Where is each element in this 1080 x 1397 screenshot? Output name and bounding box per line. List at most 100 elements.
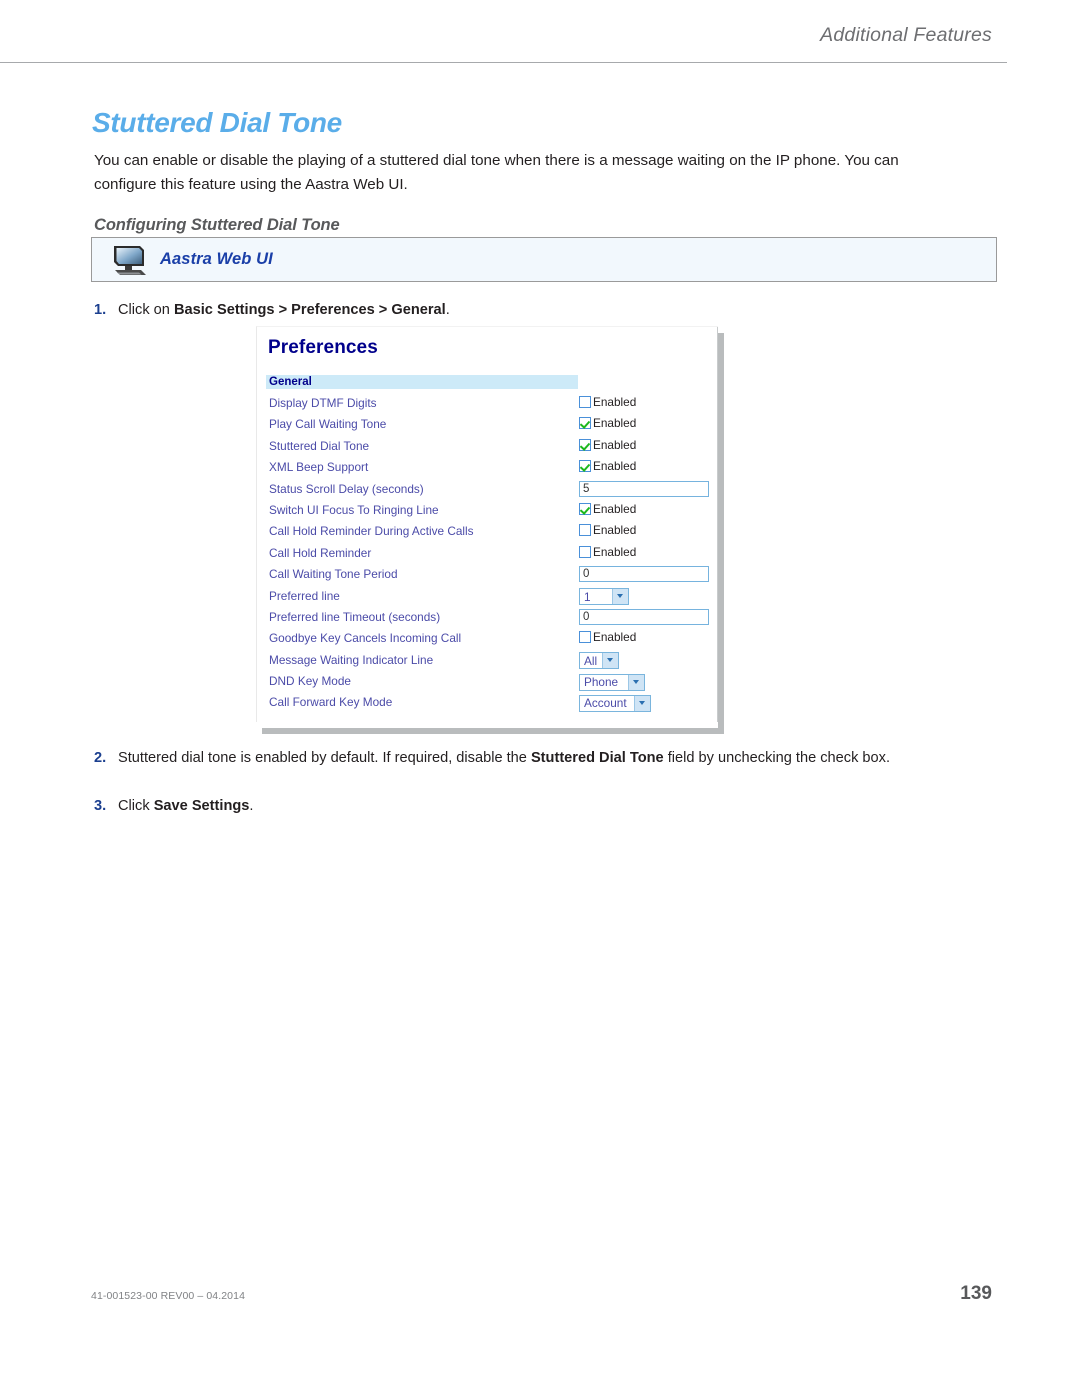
callout-label: Aastra Web UI [160,250,273,268]
preference-control: Enabled [579,545,636,559]
preference-row: Message Waiting Indicator Line All [257,652,718,673]
dropdown-value: Phone [584,675,619,690]
preference-row: Preferred line 1 [257,588,718,609]
step-1-text: Click on Basic Settings > Preferences > … [118,299,934,321]
checkbox-checked[interactable] [579,460,591,473]
chevron-down-icon[interactable] [628,674,644,690]
chevron-down-icon[interactable] [612,589,628,605]
checkbox-label: Enabled [593,501,637,516]
preference-label: Play Call Waiting Tone [269,417,387,432]
step-1: 1. Click on Basic Settings > Preferences… [94,299,934,321]
preference-control: 0 [579,566,709,583]
step-3-bold: Save Settings [153,798,250,814]
preference-label: Display DTMF Digits [269,396,377,410]
footer-document-code: 41-001523-00 REV00 – 04.2014 [91,1290,246,1302]
text-input[interactable]: 0 [579,608,709,625]
screenshot-right-rule [717,327,718,722]
step-2-post: field by unchecking the check box. [663,750,891,766]
chevron-down-icon[interactable] [602,653,618,669]
dropdown-select[interactable]: Phone [579,673,645,691]
checkbox-label: Enabled [593,437,637,452]
preference-label: Call Waiting Tone Period [269,567,398,582]
checkbox-unchecked[interactable] [579,631,591,644]
preference-control: Enabled [579,502,636,516]
preference-control: Enabled [579,438,636,452]
checkbox-field: Enabled [579,438,636,452]
dropdown-select[interactable]: 1 [579,588,629,606]
intro-paragraph: You can enable or disable the playing of… [94,152,899,194]
text-input[interactable]: 0 [579,566,709,583]
general-section-label: General [269,376,312,388]
preference-control: 1 [579,588,629,606]
preference-label: Status Scroll Delay (seconds) [269,481,424,496]
checkbox-unchecked[interactable] [579,524,591,537]
page-title: Stuttered Dial Tone [92,106,342,138]
step-2-pre: Stuttered dial tone is enabled by defaul… [118,750,531,766]
checkbox-label: Enabled [593,459,637,474]
preference-row: Goodbye Key Cancels Incoming Call Enabled [257,630,718,651]
footer-page-number: 139 [960,1283,992,1304]
preference-row: Switch UI Focus To Ringing Line Enabled [257,502,718,523]
preference-control: Account [579,694,651,712]
checkbox-field: Enabled [579,416,636,430]
preference-row: Stuttered Dial Tone Enabled [257,438,718,459]
chevron-down-icon[interactable] [634,695,650,711]
step-1-number: 1. [94,302,107,318]
preference-label: Message Waiting Indicator Line [269,652,434,667]
dropdown-value: All [584,653,598,668]
preference-row: Call Hold Reminder During Active Calls En… [257,523,718,544]
step-3-number: 3. [94,798,107,814]
checkbox-field: Enabled [579,395,636,409]
dropdown-select[interactable]: All [579,652,619,670]
preference-label: Call Forward Key Mode [269,695,393,710]
preference-row: Call Forward Key Mode Account [257,694,718,715]
checkbox-checked[interactable] [579,417,591,430]
preference-label: Call Hold Reminder [269,545,372,560]
preference-label: Stuttered Dial Tone [269,438,370,453]
dropdown-value: Account [584,696,627,711]
checkbox-field: Enabled [579,523,636,537]
preference-control: Enabled [579,395,636,409]
checkbox-field: Enabled [579,545,636,559]
preference-control: Phone [579,673,645,691]
preference-control: Enabled [579,630,636,644]
checkbox-checked[interactable] [579,502,591,515]
dropdown-select[interactable]: Account [579,694,651,712]
preference-label: XML Beep Support [269,460,369,475]
section-subheading: Configuring Stuttered Dial Tone [94,215,340,234]
step-2-text: Stuttered dial tone is enabled by defaul… [118,747,934,769]
preference-control: 5 [579,480,709,497]
checkbox-label: Enabled [593,544,637,559]
checkbox-checked[interactable] [579,438,591,451]
screenshot-bottom-shadow [262,728,724,734]
checkbox-unchecked[interactable] [579,396,591,408]
checkbox-field: Enabled [579,502,636,516]
step-2: 2. Stuttered dial tone is enabled by def… [94,747,934,769]
preference-row: Display DTMF Digits Enabled [257,395,718,416]
step-1-bold: Basic Settings > Preferences > General [173,302,446,318]
web-ui-screenshot: Preferences General Display DTMF Digits E… [256,326,724,728]
step-3: 3. Click Save Settings. [94,795,934,817]
preference-row: Status Scroll Delay (seconds) 5 [257,480,718,502]
aastra-web-ui-callout: Aastra Web UI [91,237,997,282]
preference-row: Play Call Waiting Tone Enabled [257,416,718,437]
checkbox-unchecked[interactable] [579,545,591,558]
preference-control: Enabled [579,523,636,537]
preference-control: Enabled [579,459,636,473]
preference-row: Call Waiting Tone Period 0 [257,566,718,587]
preference-control: All [579,652,619,670]
header-rule [0,62,1007,63]
step-3-post: . [249,798,254,814]
text-input[interactable]: 5 [579,480,709,497]
dropdown-value: 1 [584,589,591,604]
running-head: Additional Features [820,24,992,46]
step-2-number: 2. [94,750,107,766]
preference-row: Call Hold Reminder Enabled [257,545,718,566]
step-3-pre: Click [118,798,154,814]
step-1-pre: Click on [118,302,174,318]
preference-label: Goodbye Key Cancels Incoming Call [269,631,462,646]
general-section-header: General [266,375,578,389]
preference-control: 0 [579,608,709,625]
checkbox-label: Enabled [593,416,637,431]
preference-control: Enabled [579,416,636,430]
